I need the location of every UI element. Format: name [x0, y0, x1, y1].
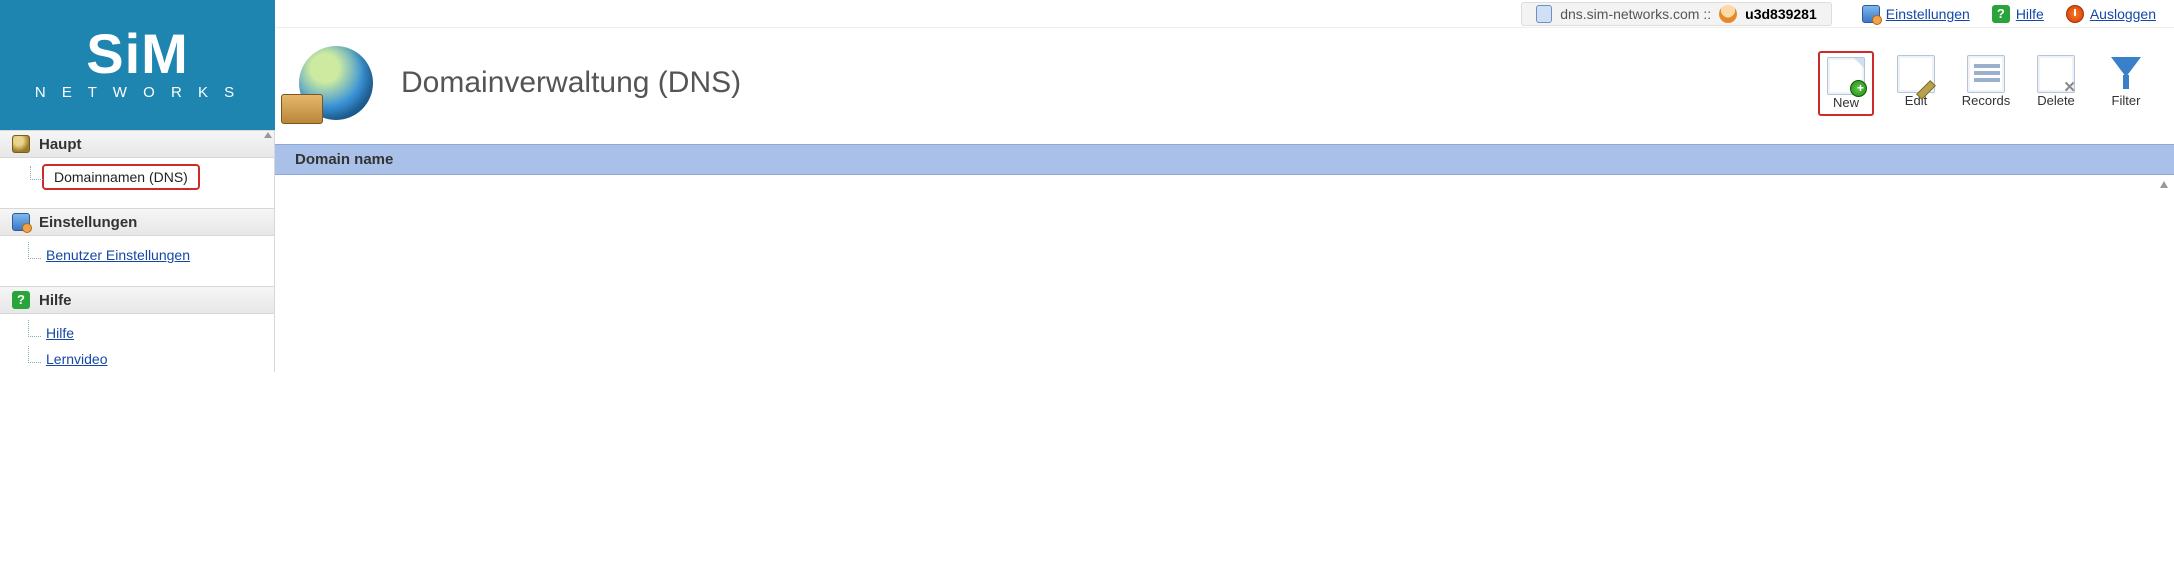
topbar: dns.sim-networks.com :: u3d839281 Einste…: [275, 0, 2174, 28]
user-icon: [1719, 5, 1737, 23]
nav-section-label: Einstellungen: [39, 214, 137, 231]
records-icon: [1967, 55, 2005, 93]
nav-section-settings[interactable]: Einstellungen: [0, 208, 274, 236]
toolbar-label: Records: [1962, 93, 2010, 108]
nav-item-label[interactable]: Hilfe: [46, 325, 74, 341]
toplink-label[interactable]: Einstellungen: [1886, 6, 1970, 22]
toplink-help[interactable]: ? Hilfe: [1992, 5, 2044, 23]
settings-icon: [1862, 5, 1880, 23]
nav-section-label: Haupt: [39, 136, 82, 153]
toplink-label[interactable]: Ausloggen: [2090, 6, 2156, 22]
crumb-user: u3d839281: [1745, 6, 1817, 22]
nav-section-haupt[interactable]: Haupt: [0, 130, 274, 158]
nav-item-label: Domainnamen (DNS): [54, 169, 188, 185]
new-icon: +: [1827, 57, 1865, 95]
nav-section-label: Hilfe: [39, 292, 72, 309]
nav-item-dns[interactable]: Domainnamen (DNS): [42, 164, 200, 190]
page-header: Domainverwaltung (DNS) + New Edit Record…: [275, 28, 2174, 144]
sidebar-nav: Haupt Domainnamen (DNS) Einstellungen Be…: [0, 130, 275, 372]
toplink-label[interactable]: Hilfe: [2016, 6, 2044, 22]
table-body: [275, 175, 2174, 535]
toolbar: + New Edit Records Delete Filter: [1818, 51, 2154, 116]
brand-logo: SiM N E T W O R K S: [0, 0, 275, 130]
help-icon: ?: [12, 291, 30, 309]
nav-item-user-settings[interactable]: Benutzer Einstellungen: [28, 242, 274, 268]
edit-icon: [1897, 55, 1935, 93]
monitor-icon: [12, 213, 30, 231]
filter-icon: [2107, 55, 2145, 93]
toplink-logout[interactable]: Ausloggen: [2066, 5, 2156, 23]
toplink-settings[interactable]: Einstellungen: [1862, 5, 1970, 23]
delete-button[interactable]: Delete: [2028, 51, 2084, 112]
brand-sub: N E T W O R K S: [35, 84, 240, 101]
crumb-host: dns.sim-networks.com ::: [1560, 6, 1711, 22]
delete-icon: [2037, 55, 2075, 93]
nav-item-label[interactable]: Lernvideo: [46, 351, 108, 367]
edit-button[interactable]: Edit: [1888, 51, 1944, 112]
top-links: Einstellungen ? Hilfe Ausloggen: [1862, 5, 2156, 23]
breadcrumb: dns.sim-networks.com :: u3d839281: [1521, 2, 1832, 26]
folder-icon: [12, 135, 30, 153]
toolbar-label: Filter: [2112, 93, 2141, 108]
brand-name: SiM: [86, 22, 189, 85]
nav-item-help[interactable]: Hilfe: [28, 320, 274, 346]
nav-item-video[interactable]: Lernvideo: [28, 346, 274, 372]
column-label: Domain name: [295, 151, 393, 168]
help-icon: ?: [1992, 5, 2010, 23]
server-icon: [1536, 5, 1552, 23]
globe-icon: [299, 46, 373, 120]
filter-button[interactable]: Filter: [2098, 51, 2154, 112]
page-title: Domainverwaltung (DNS): [401, 66, 1818, 100]
power-icon: [2066, 5, 2084, 23]
toolbar-label: New: [1833, 95, 1859, 110]
records-button[interactable]: Records: [1958, 51, 2014, 112]
nav-section-help[interactable]: ? Hilfe: [0, 286, 274, 314]
nav-item-label[interactable]: Benutzer Einstellungen: [46, 247, 190, 263]
table-header-domain[interactable]: Domain name: [275, 144, 2174, 175]
new-button[interactable]: + New: [1818, 51, 1874, 116]
